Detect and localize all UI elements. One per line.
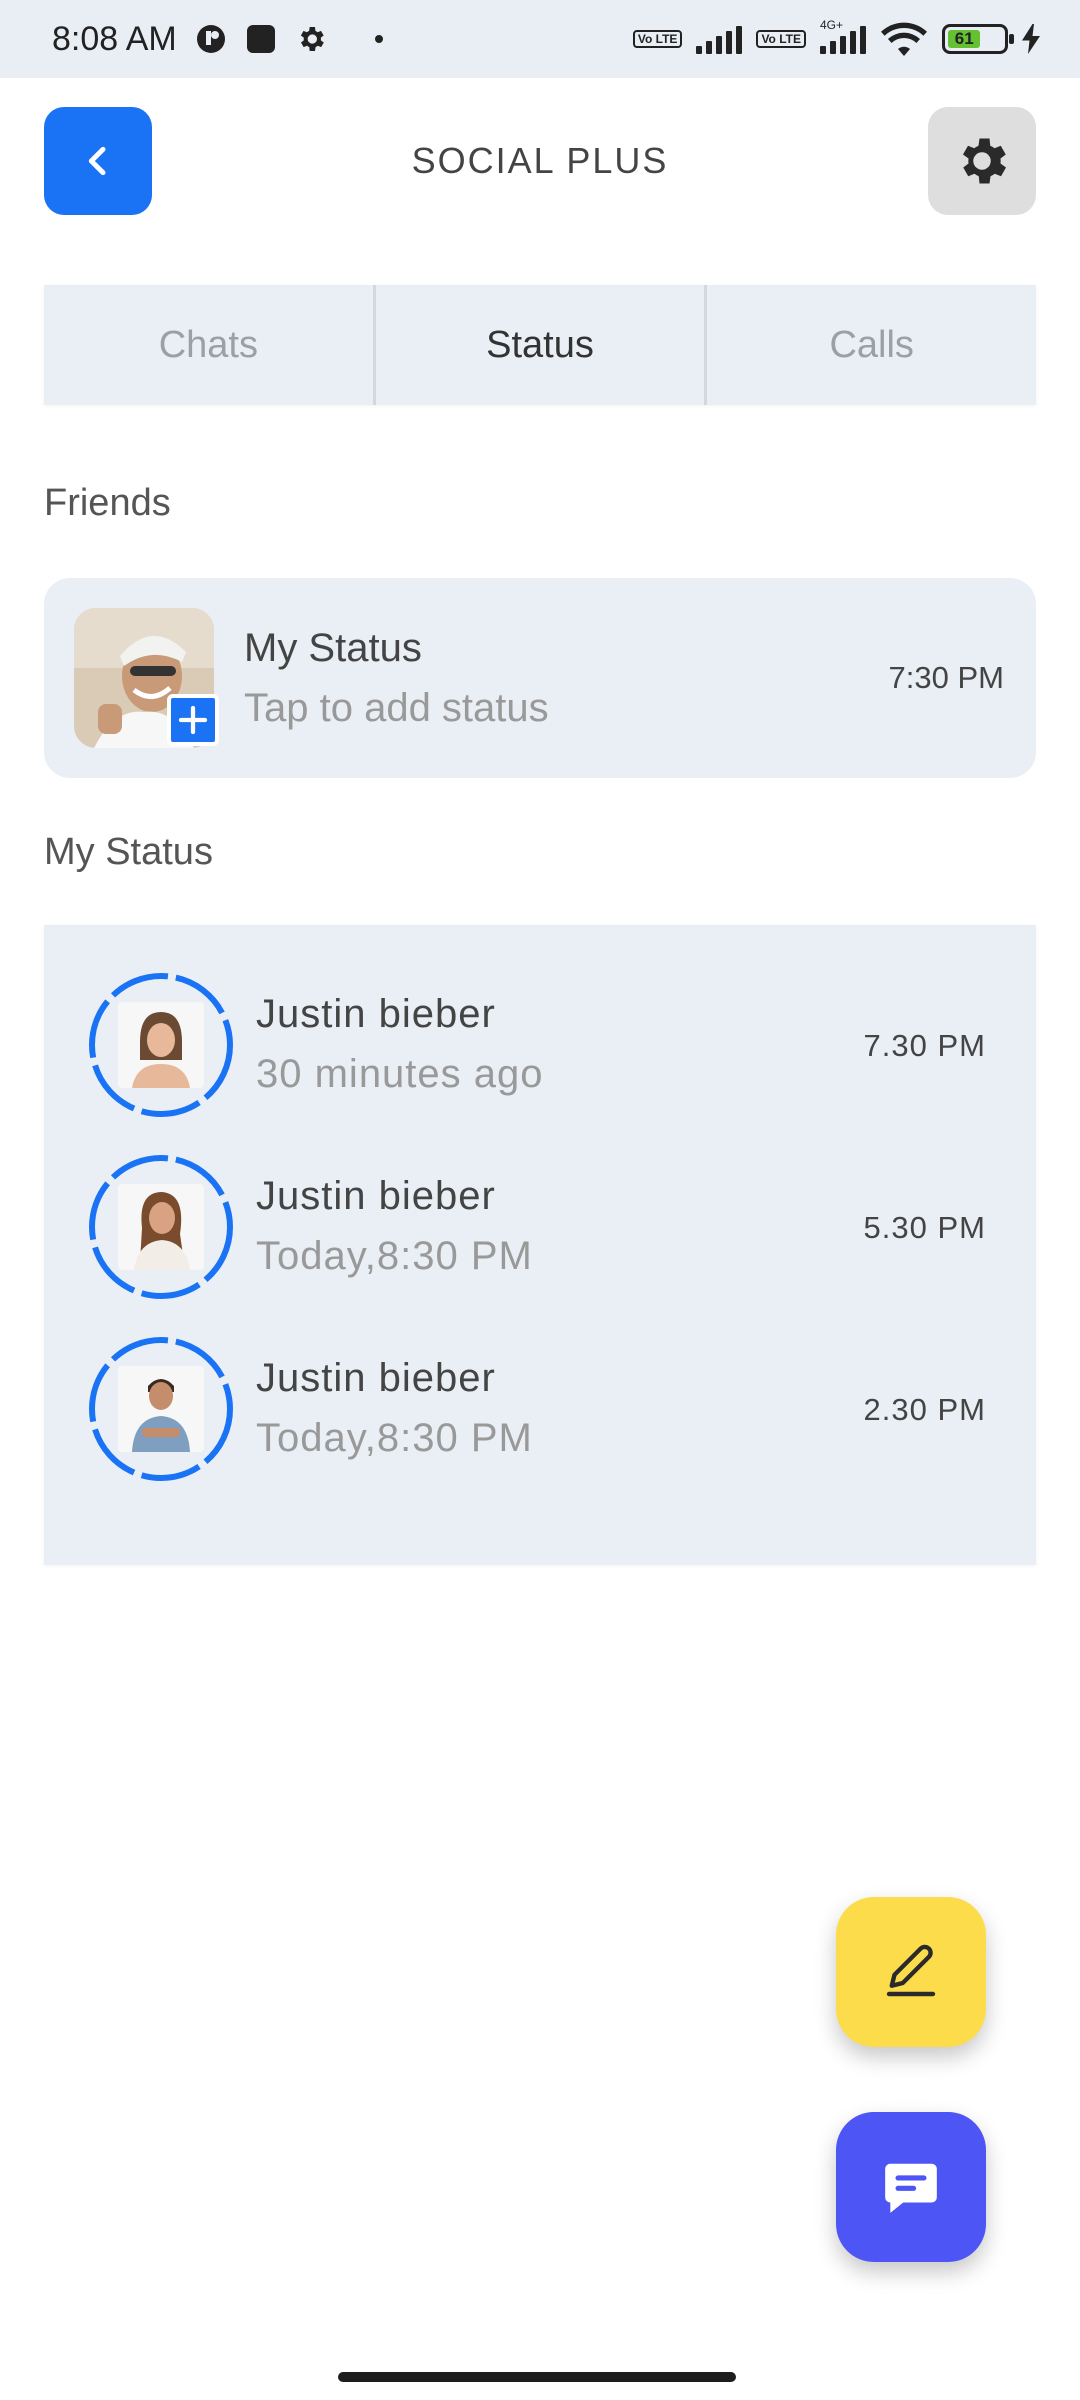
- signal-icon: [696, 24, 743, 54]
- volte-badge-2: Vo LTE: [756, 30, 806, 48]
- edit-status-button[interactable]: [836, 1897, 986, 2047]
- volte-badge: Vo LTE: [632, 30, 683, 48]
- tab-calls[interactable]: Calls: [704, 285, 1036, 405]
- add-status-button[interactable]: [167, 694, 219, 746]
- tab-status[interactable]: Status: [372, 285, 705, 405]
- friends-section-label: Friends: [44, 482, 171, 524]
- status-bar-right: Vo LTE Vo LTE 4G+ 61: [632, 18, 1040, 56]
- signal-icon-2: 4G+: [820, 18, 866, 54]
- status-subtitle: Today,8:30 PM: [256, 1416, 533, 1460]
- status-subtitle: Today,8:30 PM: [256, 1234, 533, 1278]
- tab-chats[interactable]: Chats: [44, 285, 373, 405]
- network-type: 4G+: [820, 18, 844, 32]
- chat-bubble-icon: [885, 2163, 937, 2213]
- new-chat-button[interactable]: [836, 2112, 986, 2262]
- contact-name: Justin bieber: [256, 1356, 496, 1400]
- my-status-card[interactable]: My Status Tap to add status 7:30 PM: [44, 578, 1036, 778]
- home-indicator[interactable]: [338, 2372, 736, 2382]
- status-bar-left: 8:08 AM: [52, 20, 383, 59]
- status-time: 7.30 PM: [863, 1028, 986, 1063]
- status-list: Justin bieber 30 minutes ago 7.30 PM Jus…: [44, 925, 1036, 1565]
- pencil-icon: [886, 1944, 936, 1997]
- settings-button[interactable]: [928, 107, 1036, 215]
- list-item[interactable]: Justin bieber Today,8:30 PM 2.30 PM: [44, 1334, 1036, 1484]
- wifi-icon: [881, 22, 927, 56]
- battery-level: 61: [948, 29, 981, 48]
- list-item[interactable]: Justin bieber 30 minutes ago 7.30 PM: [44, 970, 1036, 1120]
- clock: 8:08 AM: [52, 19, 177, 58]
- gear-icon: [963, 138, 1006, 184]
- more-notifications-dot: [374, 35, 383, 43]
- my-status-subtitle: Tap to add status: [244, 686, 549, 730]
- system-status-bar: 8:08 AM Vo LTE Vo LTE 4G+ 61: [0, 0, 1080, 78]
- status-time: 2.30 PM: [863, 1392, 986, 1427]
- contact-name: Justin bieber: [256, 992, 496, 1036]
- app-icon: [246, 25, 275, 53]
- charging-icon: [1022, 24, 1040, 54]
- notification-icon: [196, 25, 225, 53]
- avatar: [118, 1366, 204, 1452]
- status-subtitle: 30 minutes ago: [256, 1052, 544, 1096]
- list-item[interactable]: Justin bieber Today,8:30 PM 5.30 PM: [44, 1152, 1036, 1302]
- my-status-name: My Status: [244, 626, 422, 670]
- my-status-section-label: My Status: [44, 831, 213, 873]
- page-title: SOCIAL PLUS: [411, 140, 669, 181]
- gear-icon: [300, 27, 324, 51]
- my-status-time: 7:30 PM: [888, 660, 1004, 695]
- avatar: [118, 1184, 204, 1270]
- tab-bar: Chats Status Calls: [44, 285, 1036, 405]
- avatar: [118, 1002, 204, 1088]
- battery-icon: 61: [942, 24, 1014, 54]
- plus-icon: [178, 705, 208, 735]
- contact-name: Justin bieber: [256, 1174, 496, 1218]
- status-time: 5.30 PM: [863, 1210, 986, 1245]
